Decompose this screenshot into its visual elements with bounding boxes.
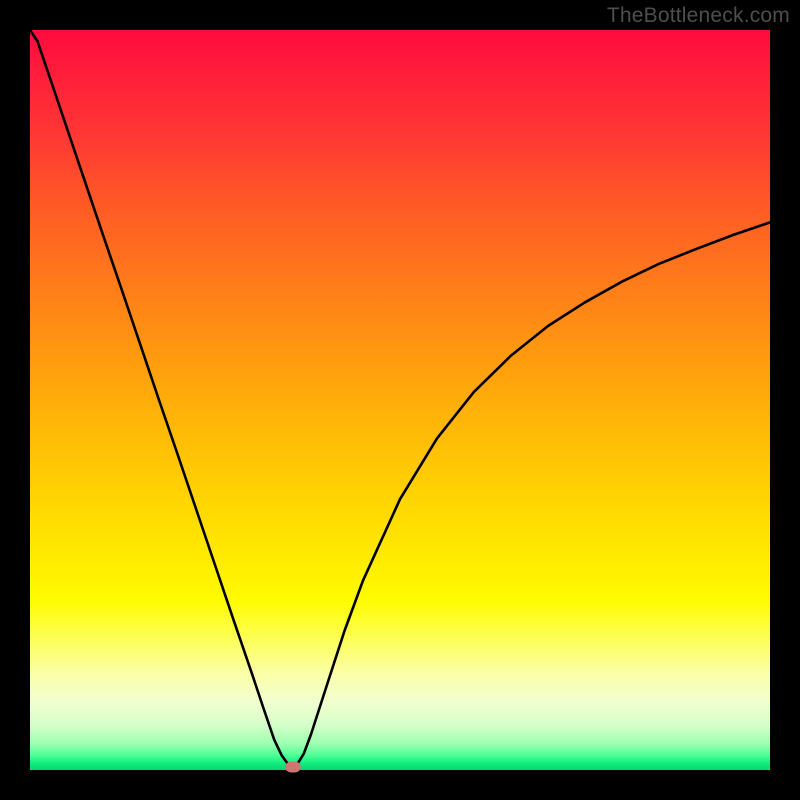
bottleneck-minimum-marker bbox=[285, 762, 301, 773]
watermark-text: TheBottleneck.com bbox=[607, 4, 790, 28]
chart-frame: TheBottleneck.com bbox=[0, 0, 800, 800]
bottleneck-curve bbox=[30, 30, 770, 770]
plot-area bbox=[30, 30, 770, 770]
